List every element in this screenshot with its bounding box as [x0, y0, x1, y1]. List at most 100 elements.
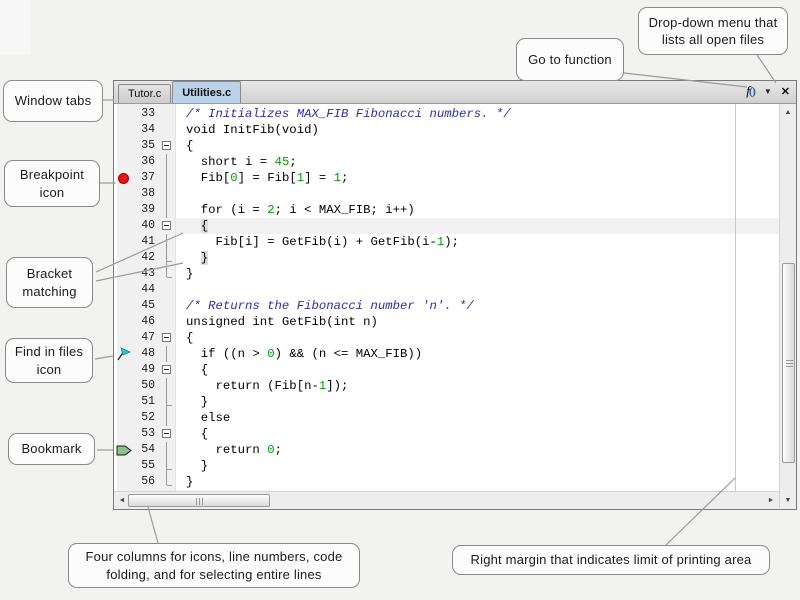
- code-text[interactable]: Fib[i] = GetFib(i) + GetFib(i-1);: [176, 234, 779, 250]
- icon-column[interactable]: [114, 282, 133, 298]
- fold-column[interactable]: [159, 282, 176, 298]
- code-text[interactable]: }: [176, 394, 779, 410]
- code-text[interactable]: return (Fib[n-1]);: [176, 378, 779, 394]
- code-text[interactable]: Fib[0] = Fib[1] = 1;: [176, 170, 779, 186]
- code-text[interactable]: {: [176, 138, 779, 154]
- line-number[interactable]: 47: [133, 330, 159, 346]
- line-number[interactable]: 41: [133, 234, 159, 250]
- line-number[interactable]: 36: [133, 154, 159, 170]
- fold-column[interactable]: [159, 186, 176, 202]
- icon-column[interactable]: [114, 426, 133, 442]
- fold-column[interactable]: [159, 106, 176, 122]
- fold-column[interactable]: [159, 426, 176, 442]
- fold-column[interactable]: [159, 362, 176, 378]
- line-number[interactable]: 45: [133, 298, 159, 314]
- line-number[interactable]: 56: [133, 474, 159, 490]
- line-number[interactable]: 44: [133, 282, 159, 298]
- fold-collapse-box[interactable]: [162, 429, 171, 438]
- icon-column[interactable]: [114, 154, 133, 170]
- icon-column[interactable]: [114, 474, 133, 490]
- fold-column[interactable]: [159, 410, 176, 426]
- line-number[interactable]: 37: [133, 170, 159, 186]
- fold-column[interactable]: [159, 266, 176, 282]
- code-text[interactable]: {: [176, 362, 779, 378]
- line-number[interactable]: 53: [133, 426, 159, 442]
- fold-column[interactable]: [159, 458, 176, 474]
- icon-column[interactable]: [114, 442, 133, 458]
- scroll-up-button[interactable]: ▲: [780, 104, 796, 120]
- code-text[interactable]: }: [176, 474, 779, 490]
- code-text[interactable]: [176, 282, 779, 298]
- fold-collapse-box[interactable]: [162, 333, 171, 342]
- fold-column[interactable]: [159, 442, 176, 458]
- fold-column[interactable]: [159, 394, 176, 410]
- fold-column[interactable]: [159, 298, 176, 314]
- code-text[interactable]: if ((n > 0) && (n <= MAX_FIB)): [176, 346, 779, 362]
- line-number[interactable]: 38: [133, 186, 159, 202]
- code-text[interactable]: }: [176, 250, 779, 266]
- fold-column[interactable]: [159, 314, 176, 330]
- icon-column[interactable]: [114, 250, 133, 266]
- icon-column[interactable]: [114, 314, 133, 330]
- code-text[interactable]: void InitFib(void): [176, 122, 779, 138]
- code-text[interactable]: for (i = 2; i < MAX_FIB; i++): [176, 202, 779, 218]
- line-number[interactable]: 40: [133, 218, 159, 234]
- code-text[interactable]: return 0;: [176, 442, 779, 458]
- close-icon[interactable]: ✕: [781, 85, 790, 98]
- scroll-down-button[interactable]: ▼: [780, 492, 796, 508]
- code-text[interactable]: }: [176, 266, 779, 282]
- line-number[interactable]: 35: [133, 138, 159, 154]
- fold-column[interactable]: [159, 170, 176, 186]
- line-number[interactable]: 39: [133, 202, 159, 218]
- line-number[interactable]: 54: [133, 442, 159, 458]
- line-number[interactable]: 43: [133, 266, 159, 282]
- code-text[interactable]: {: [176, 426, 779, 442]
- code-text[interactable]: /* Initializes MAX_FIB Fibonacci numbers…: [176, 106, 779, 122]
- fold-column[interactable]: [159, 330, 176, 346]
- icon-column[interactable]: [114, 266, 133, 282]
- fold-collapse-box[interactable]: [162, 141, 171, 150]
- line-number[interactable]: 52: [133, 410, 159, 426]
- bookmark-icon[interactable]: [116, 444, 132, 457]
- line-number[interactable]: 55: [133, 458, 159, 474]
- line-number[interactable]: 51: [133, 394, 159, 410]
- icon-column[interactable]: [114, 234, 133, 250]
- fold-column[interactable]: [159, 138, 176, 154]
- line-number[interactable]: 34: [133, 122, 159, 138]
- line-number[interactable]: 33: [133, 106, 159, 122]
- fold-column[interactable]: [159, 234, 176, 250]
- line-number[interactable]: 49: [133, 362, 159, 378]
- code-text[interactable]: short i = 45;: [176, 154, 779, 170]
- icon-column[interactable]: [114, 170, 133, 186]
- line-number[interactable]: 46: [133, 314, 159, 330]
- icon-column[interactable]: [114, 202, 133, 218]
- icon-column[interactable]: [114, 410, 133, 426]
- icon-column[interactable]: [114, 106, 133, 122]
- line-number[interactable]: 50: [133, 378, 159, 394]
- icon-column[interactable]: [114, 122, 133, 138]
- fold-column[interactable]: [159, 122, 176, 138]
- vertical-scrollbar[interactable]: ▲ ▼: [779, 104, 796, 508]
- tab-utilities-c[interactable]: Utilities.c: [172, 81, 241, 103]
- tab-tutor-c[interactable]: Tutor.c: [118, 84, 171, 103]
- code-text[interactable]: unsigned int GetFib(int n): [176, 314, 779, 330]
- icon-column[interactable]: [114, 218, 133, 234]
- code-text[interactable]: }: [176, 458, 779, 474]
- find-in-files-icon[interactable]: [117, 347, 131, 361]
- fold-column[interactable]: [159, 346, 176, 362]
- open-files-dropdown-icon[interactable]: ▼: [764, 87, 772, 96]
- fold-column[interactable]: [159, 474, 176, 490]
- fold-column[interactable]: [159, 250, 176, 266]
- code-text[interactable]: else: [176, 410, 779, 426]
- code-text[interactable]: [176, 186, 779, 202]
- icon-column[interactable]: [114, 138, 133, 154]
- scroll-right-button[interactable]: ►: [763, 492, 779, 508]
- icon-column[interactable]: [114, 394, 133, 410]
- line-number[interactable]: 48: [133, 346, 159, 362]
- code-text[interactable]: /* Returns the Fibonacci number 'n'. */: [176, 298, 779, 314]
- fold-column[interactable]: [159, 378, 176, 394]
- goto-function-icon[interactable]: f(): [746, 83, 755, 99]
- breakpoint-icon[interactable]: [118, 173, 129, 184]
- fold-column[interactable]: [159, 218, 176, 234]
- icon-column[interactable]: [114, 186, 133, 202]
